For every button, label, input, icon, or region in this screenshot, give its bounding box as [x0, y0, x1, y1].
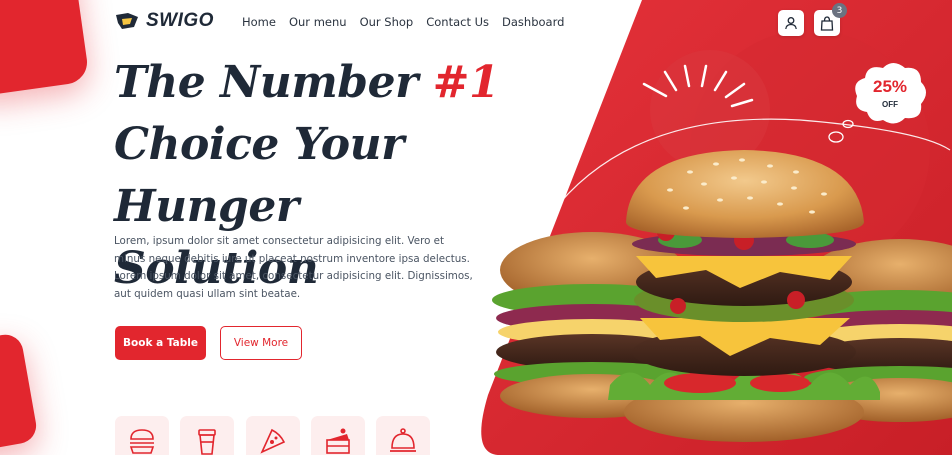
burger-icon: [129, 429, 155, 454]
nav-item-our-shop[interactable]: Our Shop: [360, 15, 414, 29]
hero-title-line2: Choice Your Hunger: [114, 119, 404, 232]
nav-item-dashboard[interactable]: Dashboard: [502, 15, 564, 29]
decorative-shape-top-left: [0, 0, 90, 98]
category-card-drinks[interactable]: [180, 416, 234, 455]
drink-cup-icon: [198, 429, 216, 455]
discount-percent: 25%: [872, 77, 908, 96]
discount-badge: 25% OFF: [853, 62, 927, 126]
category-card-dessert[interactable]: [311, 416, 365, 455]
nav-item-home[interactable]: Home: [242, 15, 276, 29]
category-card-dishes[interactable]: [376, 416, 430, 455]
nav-item-contact-us[interactable]: Contact Us: [426, 15, 489, 29]
hero-title-prefix: The Number: [114, 57, 433, 108]
shopping-bag-icon: [820, 15, 834, 31]
food-cloche-icon: [390, 428, 416, 452]
brand-name: SWIGO: [146, 10, 214, 31]
view-more-button[interactable]: View More: [220, 326, 302, 360]
hero-title-accent: #1: [432, 57, 500, 108]
category-card-burger[interactable]: [115, 416, 169, 455]
category-card-pizza[interactable]: [246, 416, 300, 455]
hero-description: Lorem, ipsum dolor sit amet consectetur …: [114, 235, 473, 300]
main-nav: Home Our menu Our Shop Contact Us Dashbo…: [242, 15, 564, 29]
user-icon: [785, 17, 797, 30]
user-account-button[interactable]: [778, 10, 804, 36]
cake-icon: [326, 428, 350, 454]
logo-icon: [116, 13, 138, 29]
pizza-slice-icon: [260, 428, 286, 454]
nav-item-our-menu[interactable]: Our menu: [289, 15, 347, 29]
discount-label: OFF: [882, 100, 898, 109]
cart-count-badge: 3: [832, 3, 847, 18]
decorative-shape-bottom-left: [0, 331, 39, 455]
book-a-table-button[interactable]: Book a Table: [115, 326, 206, 360]
logo[interactable]: SWIGO: [114, 10, 214, 32]
